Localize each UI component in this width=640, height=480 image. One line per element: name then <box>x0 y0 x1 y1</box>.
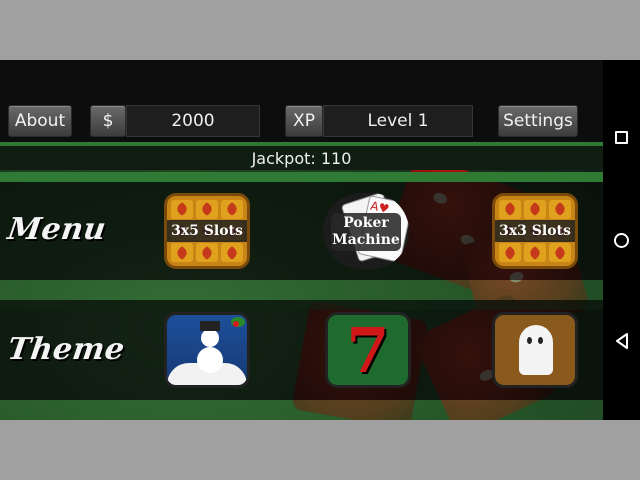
poker-machine-label: Poker Machine <box>331 213 401 251</box>
poker-machine-button[interactable]: A♥ Poker Machine <box>323 193 409 269</box>
slots-3x3-button[interactable]: 3x3 Slots <box>492 193 578 269</box>
ghost-eye <box>527 337 532 344</box>
xp-icon: XP <box>285 105 323 137</box>
poker-machine-label-line1: Poker <box>343 215 389 231</box>
divider-line <box>0 172 603 182</box>
lucky-seven-icon: 7 <box>346 313 390 387</box>
slots-3x5-button[interactable]: 3x5 Slots <box>164 193 250 269</box>
screen: About About $ 2000 XP Level 1 Settings J… <box>0 0 640 480</box>
home-icon[interactable] <box>603 233 640 248</box>
back-icon[interactable] <box>603 333 640 349</box>
level-display: Level 1 <box>323 105 473 137</box>
top-bar: About <box>0 60 603 137</box>
system-nav-bar <box>603 60 640 420</box>
theme-sevens-button[interactable]: 7 <box>325 312 411 388</box>
felt-band <box>0 400 603 420</box>
snowman-hat <box>200 321 220 331</box>
slots-3x5-label: 3x5 Slots <box>167 220 247 242</box>
theme-row-label: Theme <box>5 332 128 367</box>
snowman-body <box>197 347 223 373</box>
jackpot-bar: Jackpot: 110 <box>0 146 603 170</box>
slots-3x3-label: 3x3 Slots <box>495 220 575 242</box>
game-area: About About $ 2000 XP Level 1 Settings J… <box>0 60 603 420</box>
about-button[interactable]: About <box>8 105 72 137</box>
currency-icon: $ <box>90 105 126 137</box>
holly-berry <box>233 321 239 327</box>
theme-halloween-button[interactable] <box>492 312 578 388</box>
balance-display: 2000 <box>126 105 260 137</box>
ghost-eye <box>538 337 543 344</box>
poker-machine-label-line2: Machine <box>332 232 400 248</box>
jackpot-label: Jackpot: 110 <box>251 148 352 168</box>
settings-button[interactable]: Settings <box>498 105 578 137</box>
theme-christmas-button[interactable] <box>164 312 250 388</box>
ghost-icon <box>519 325 553 375</box>
snowman-head <box>201 329 219 347</box>
recent-apps-icon[interactable] <box>603 131 640 144</box>
menu-row-label: Menu <box>5 212 109 247</box>
